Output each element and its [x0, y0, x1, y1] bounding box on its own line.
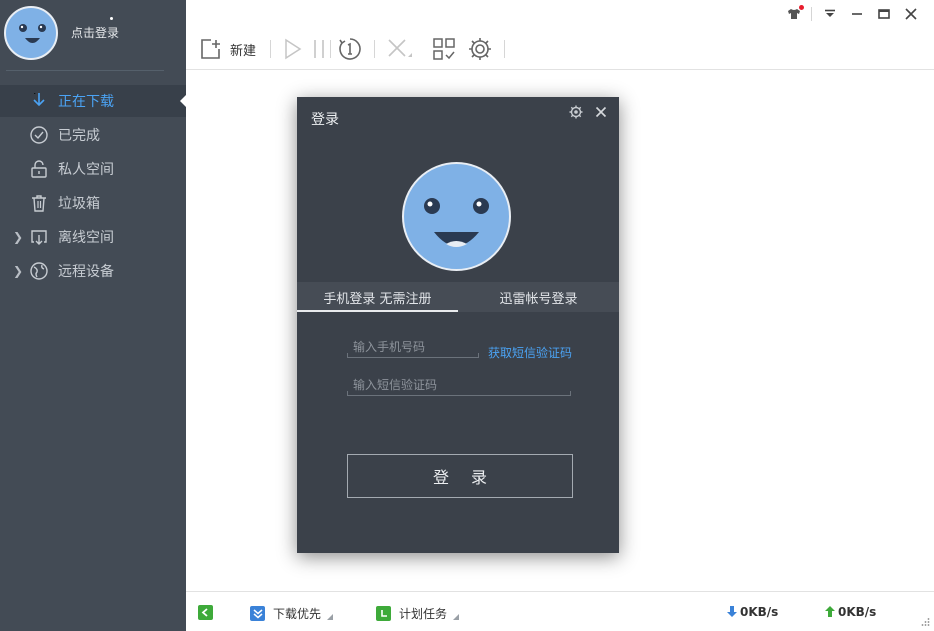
sidebar-item-label: 正在下载 [58, 94, 114, 110]
upload-speed-value: 0KB/s [838, 605, 877, 619]
qr-code-icon [433, 38, 455, 60]
download-priority-label: 下载优先 [273, 607, 322, 621]
get-sms-code-link[interactable]: 获取短信验证码 [488, 344, 572, 361]
divider [374, 40, 375, 58]
minimize-icon [851, 13, 862, 15]
shirt-icon [787, 9, 800, 19]
login-button[interactable]: 登录 [347, 454, 573, 498]
download-speed-value: 0KB/s [740, 605, 779, 619]
sidebar-item-label: 已完成 [58, 128, 100, 144]
status-bar: 下载优先 计划任务 0KB/s 0KB/s [186, 591, 934, 631]
login-avatar [402, 162, 511, 271]
divider [330, 40, 331, 58]
trash-icon [28, 192, 50, 214]
settings-button[interactable] [468, 36, 492, 62]
toolbar: 新建 [186, 30, 934, 70]
phone-number-input[interactable]: 输入手机号码 [347, 336, 479, 358]
download-speed: 0KB/s [726, 605, 778, 619]
dialog-settings-gear-icon[interactable] [569, 105, 583, 119]
sms-code-placeholder: 输入短信验证码 [353, 378, 438, 392]
new-task-button[interactable]: 新建 [200, 36, 256, 62]
speed-limit-button[interactable] [338, 36, 362, 62]
tab-account-login[interactable]: 迅雷帐号登录 [458, 282, 619, 312]
sidebar-item-private-space[interactable]: 私人空间 [0, 153, 186, 185]
avatar[interactable] [4, 6, 58, 60]
sidebar-item-offline-space[interactable]: ❯ 离线空间 [0, 221, 186, 253]
qr-code-button[interactable] [432, 36, 456, 62]
play-icon [285, 38, 302, 60]
arrow-down-icon [727, 606, 737, 617]
login-tabs: 手机登录 无需注册 迅雷帐号登录 [297, 282, 619, 312]
divider [270, 40, 271, 58]
window-controls [780, 5, 924, 23]
scheduled-tasks-button[interactable]: 计划任务 [376, 605, 460, 622]
cloud-download-icon [28, 226, 50, 248]
sidebar-item-label: 远程设备 [58, 264, 114, 280]
skin-button[interactable] [780, 5, 807, 23]
minimize-button[interactable] [843, 5, 870, 23]
login-dialog: 登录 手机登录 无需注册 迅雷帐号登录 输入手机号码 获取短信验证码 输入短信验… [297, 97, 619, 553]
new-task-label: 新建 [230, 43, 257, 59]
sidebar-item-downloading[interactable]: 正在下载 [0, 85, 186, 117]
notification-dot [110, 17, 113, 20]
dialog-title: 登录 [311, 112, 339, 128]
double-chevron-down-icon [250, 606, 265, 621]
chevron-right-icon[interactable]: ❯ [13, 264, 23, 278]
user-block: 点击登录 [0, 0, 186, 70]
start-button[interactable] [282, 36, 304, 62]
arrow-up-icon [825, 606, 835, 617]
pause-icon [314, 40, 324, 58]
check-circle-icon [28, 124, 50, 146]
close-button[interactable] [897, 5, 924, 23]
sidebar-divider [6, 70, 164, 71]
chevron-right-icon[interactable]: ❯ [13, 230, 23, 244]
main-menu-button[interactable] [816, 5, 843, 23]
download-arrow-icon [28, 90, 50, 112]
delete-x-icon [388, 39, 412, 57]
gear-icon [469, 38, 491, 60]
sidebar-item-remote-devices[interactable]: ❯ 远程设备 [0, 255, 186, 287]
dropdown-corner-icon [453, 613, 460, 620]
login-link[interactable]: 点击登录 [71, 24, 119, 41]
lock-icon [28, 158, 50, 180]
scheduled-tasks-label: 计划任务 [399, 607, 448, 621]
sidebar-item-trash[interactable]: 垃圾箱 [0, 187, 186, 219]
speed-limit-icon [339, 38, 361, 60]
tab-phone-login[interactable]: 手机登录 无需注册 [297, 282, 458, 312]
divider [811, 7, 812, 21]
resize-grip-icon[interactable] [920, 617, 930, 627]
delete-button[interactable] [386, 36, 414, 62]
upload-speed: 0KB/s [824, 605, 876, 619]
close-icon [904, 8, 917, 20]
phone-number-placeholder: 输入手机号码 [353, 340, 426, 354]
maximize-icon [877, 9, 890, 19]
smiley-face-icon [19, 24, 46, 43]
sidebar: 点击登录 正在下载 已完成 私人空间 垃圾箱 ❯ 离线空间 ❯ 远程设备 [0, 0, 186, 631]
sms-code-input[interactable]: 输入短信验证码 [347, 374, 571, 396]
download-priority-button[interactable]: 下载优先 [250, 605, 334, 622]
smiley-face-icon [424, 198, 489, 247]
maximize-button[interactable] [870, 5, 897, 23]
chevron-left-icon [198, 605, 213, 620]
sidebar-item-label: 垃圾箱 [58, 196, 100, 212]
sidebar-item-label: 离线空间 [58, 230, 114, 246]
pause-button[interactable] [312, 36, 326, 62]
menu-dropdown-icon [824, 9, 835, 17]
divider [504, 40, 505, 58]
dropdown-corner-icon [327, 613, 334, 620]
globe-icon [28, 260, 50, 282]
new-file-icon [201, 39, 220, 59]
dialog-close-icon[interactable] [594, 105, 608, 119]
notification-dot [799, 5, 804, 10]
collapse-sidebar-button[interactable] [198, 605, 213, 620]
clock-icon [376, 606, 391, 621]
sidebar-item-label: 私人空间 [58, 162, 114, 178]
sidebar-item-completed[interactable]: 已完成 [0, 119, 186, 151]
